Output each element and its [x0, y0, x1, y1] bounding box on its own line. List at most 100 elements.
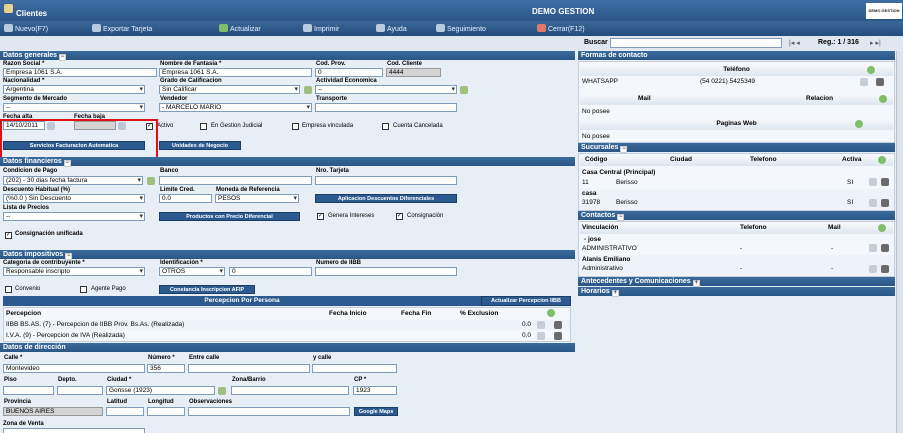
scrollbar[interactable] — [896, 51, 903, 433]
limite-field[interactable]: 0.0 — [159, 194, 212, 203]
aplicacion-button[interactable]: Aplicacion Descuentos Diferenciales — [315, 194, 457, 203]
delete-icon[interactable] — [881, 178, 889, 186]
codprov-field[interactable]: 0 — [315, 68, 383, 77]
condicion-select[interactable]: (202) - 30 dias fecha factura — [3, 176, 143, 185]
edit-icon[interactable] — [537, 332, 545, 340]
section-horarios[interactable]: Horarios + — [578, 287, 895, 297]
consig-unif-checkbox[interactable]: ✓ — [5, 232, 12, 239]
section-datos-direccion[interactable]: Datos de dirección — [0, 343, 575, 352]
afip-button[interactable]: Constancia Inscripcion AFIP — [159, 285, 255, 294]
iibb-field[interactable] — [315, 267, 457, 276]
calle-field[interactable]: Montevideo — [3, 364, 145, 373]
table-row[interactable]: - jose ADMINISTRATIVO - - — [579, 235, 894, 254]
productos-button[interactable]: Productos con Precio Diferencial — [159, 212, 300, 221]
agente-checkbox[interactable] — [80, 286, 87, 293]
consignacion-checkbox[interactable]: ✓ — [396, 213, 403, 220]
unidades-button[interactable]: Unidades de Negocio — [159, 141, 241, 150]
delete-icon[interactable] — [881, 199, 889, 207]
nacionalidad-select[interactable]: Argentina — [3, 85, 145, 94]
expand-icon[interactable]: + — [692, 280, 700, 287]
section-contactos[interactable]: Contactos − — [578, 211, 895, 221]
ycalle-field[interactable] — [312, 364, 397, 373]
add-icon[interactable] — [878, 156, 886, 164]
edit-icon[interactable] — [537, 321, 545, 329]
genera-checkbox[interactable]: ✓ — [317, 213, 324, 220]
actualizar-button[interactable]: Actualizar — [219, 24, 261, 33]
categoria-select[interactable]: Responsable inscripto — [3, 267, 145, 276]
google-maps-button[interactable]: Google Maps — [354, 407, 398, 416]
nav-next-button[interactable]: ▸ ▸| — [870, 39, 881, 47]
delete-icon[interactable] — [554, 332, 562, 340]
table-row[interactable]: I.V.A. (9) - Percepcion de IVA (Realizad… — [4, 331, 570, 341]
convenio-checkbox[interactable] — [5, 286, 12, 293]
cerrar-button[interactable]: Cerrar(F12) — [537, 24, 585, 33]
obs-field[interactable] — [188, 407, 350, 416]
segmento-select[interactable]: -- — [3, 103, 145, 112]
search-input[interactable] — [610, 38, 782, 48]
tarjeta-field[interactable] — [315, 176, 457, 185]
collapse-icon[interactable]: − — [620, 146, 628, 153]
exportar-button[interactable]: Exportar Tarjeta — [92, 24, 152, 33]
delete-icon[interactable] — [554, 321, 562, 329]
ident-tipo-select[interactable]: OTROS — [159, 267, 225, 276]
ciudad-field[interactable]: Gonsse (1923) — [106, 386, 215, 395]
add-icon[interactable] — [547, 309, 555, 317]
transporte-field[interactable] — [315, 103, 457, 112]
add-icon[interactable] — [878, 224, 886, 232]
refresh-icon[interactable] — [304, 86, 312, 94]
numero-field[interactable]: 356 — [147, 364, 185, 373]
collapse-icon[interactable]: − — [63, 160, 71, 167]
delete-icon[interactable] — [881, 244, 889, 252]
lista-select[interactable]: -- — [3, 212, 145, 221]
section-sucursales[interactable]: Sucursales − — [578, 143, 895, 153]
cancelada-checkbox[interactable] — [382, 123, 389, 130]
longitud-field[interactable] — [147, 407, 185, 416]
edit-icon[interactable] — [869, 265, 877, 273]
refresh-icon[interactable] — [218, 387, 226, 395]
edit-icon[interactable] — [869, 178, 877, 186]
ayuda-button[interactable]: Ayuda — [376, 24, 407, 33]
expand-icon[interactable]: + — [611, 290, 619, 297]
table-row[interactable]: Alanis Emiliano Administrativo - - — [579, 255, 894, 275]
fantasia-field[interactable]: Empresa 1061 S.A. — [159, 68, 312, 77]
edit-icon[interactable] — [869, 199, 877, 207]
section-antecedentes[interactable]: Antecedentes y Comunicaciones + — [578, 277, 895, 287]
section-datos-generales[interactable]: Datos generales − — [0, 51, 575, 61]
table-row[interactable]: IIBB BS.AS. (7) - Percepcion de IIBB Pro… — [4, 320, 570, 330]
actualizar-percepcion-button[interactable]: Actualizar Percepcion IIBB — [481, 296, 571, 306]
add-icon[interactable] — [867, 66, 875, 74]
depto-field[interactable] — [57, 386, 103, 395]
edit-icon[interactable] — [860, 78, 868, 86]
edit-icon[interactable] — [869, 244, 877, 252]
vendedor-select[interactable]: - MARCELO MARIO — [159, 103, 312, 112]
section-datos-financieros[interactable]: Datos financieros − — [0, 157, 575, 167]
entre-field[interactable] — [188, 364, 310, 373]
collapse-icon[interactable]: − — [617, 214, 625, 221]
table-row[interactable]: Casa Central (Principal) 11 Berisso SI — [579, 168, 894, 188]
collapse-icon[interactable]: − — [65, 253, 73, 260]
delete-icon[interactable] — [876, 78, 884, 86]
moneda-select[interactable]: PESOS — [215, 194, 299, 203]
zonaventa-field[interactable] — [3, 428, 145, 433]
refresh-icon[interactable] — [147, 177, 155, 185]
collapse-icon[interactable]: − — [59, 54, 67, 61]
vinculada-checkbox[interactable] — [292, 123, 299, 130]
table-row[interactable]: casa 31978 Berisso SI — [579, 189, 894, 209]
add-icon[interactable] — [855, 120, 863, 128]
gestion-checkbox[interactable] — [200, 123, 207, 130]
nuevo-button[interactable]: Nuevo(F7) — [4, 24, 48, 33]
refresh-icon[interactable] — [460, 86, 468, 94]
actividad-select[interactable]: -- — [315, 85, 457, 94]
latitud-field[interactable] — [106, 407, 144, 416]
descuento-select[interactable]: (%0.0 ) Sin Descuento — [3, 194, 145, 203]
zona-field[interactable] — [231, 386, 349, 395]
banco-field[interactable] — [159, 176, 312, 185]
section-datos-impositivos[interactable]: Datos impositivos − — [0, 250, 575, 260]
grado-select[interactable]: Sin Calificar — [159, 85, 300, 94]
delete-icon[interactable] — [881, 265, 889, 273]
section-formas-contacto[interactable]: Formas de contacto — [578, 51, 895, 60]
add-icon[interactable] — [879, 95, 887, 103]
razon-field[interactable]: Empresa 1061 S.A. — [3, 68, 157, 77]
seguimiento-button[interactable]: Seguimiento — [436, 24, 486, 33]
cp-field[interactable]: 1923 — [353, 386, 397, 395]
